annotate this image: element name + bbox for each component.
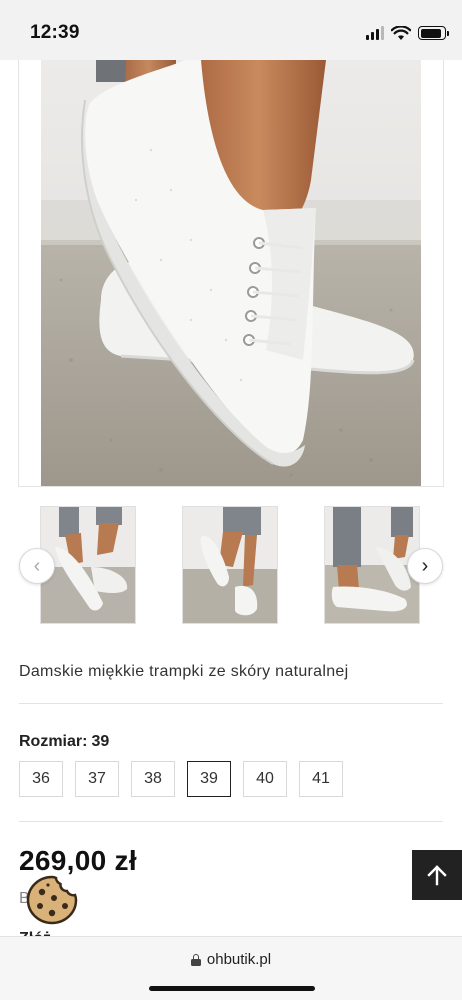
divider bbox=[19, 821, 443, 822]
size-option-36[interactable]: 36 bbox=[19, 761, 63, 797]
arrow-up-icon bbox=[427, 865, 447, 886]
size-label-text: Rozmiar: bbox=[19, 733, 88, 750]
wifi-icon bbox=[391, 25, 411, 40]
status-bar: 12:39 bbox=[0, 0, 462, 60]
price: 269,00 zł bbox=[19, 845, 137, 876]
size-option-37[interactable]: 37 bbox=[75, 761, 119, 797]
size-options: 36 37 38 39 40 41 bbox=[19, 761, 343, 797]
size-option-40[interactable]: 40 bbox=[243, 761, 287, 797]
chevron-left-icon[interactable]: ‹ bbox=[19, 548, 55, 584]
battery-icon bbox=[418, 26, 449, 40]
main-image-frame[interactable] bbox=[18, 60, 444, 487]
main-product-image[interactable] bbox=[41, 60, 421, 486]
scroll-top-button[interactable] bbox=[412, 850, 462, 900]
home-indicator bbox=[149, 986, 315, 991]
cellular-signal-icon bbox=[366, 26, 384, 40]
product-title: Damskie miękkie trampki ze skóry natural… bbox=[19, 663, 349, 680]
chevron-right-icon[interactable]: › bbox=[407, 548, 443, 584]
size-option-38[interactable]: 38 bbox=[131, 761, 175, 797]
status-icons bbox=[366, 24, 449, 42]
thumbnail-2[interactable] bbox=[182, 506, 278, 624]
divider bbox=[19, 703, 443, 704]
selected-size-value: 39 bbox=[91, 733, 110, 750]
cookie-icon bbox=[26, 875, 78, 925]
size-option-39[interactable]: 39 bbox=[187, 761, 231, 797]
cookie-settings-button[interactable] bbox=[25, 874, 79, 926]
lock-icon bbox=[190, 953, 201, 966]
thumbnail-strip bbox=[0, 506, 462, 624]
thumbnail-3[interactable] bbox=[324, 506, 420, 624]
address-bar[interactable]: ohbutik.pl bbox=[0, 951, 462, 968]
status-time: 12:39 bbox=[30, 22, 80, 43]
size-label: Rozmiar: 39 bbox=[19, 733, 109, 751]
url-text: ohbutik.pl bbox=[206, 951, 272, 968]
browser-bottom-bar: ohbutik.pl bbox=[0, 936, 462, 1000]
size-option-41[interactable]: 41 bbox=[299, 761, 343, 797]
